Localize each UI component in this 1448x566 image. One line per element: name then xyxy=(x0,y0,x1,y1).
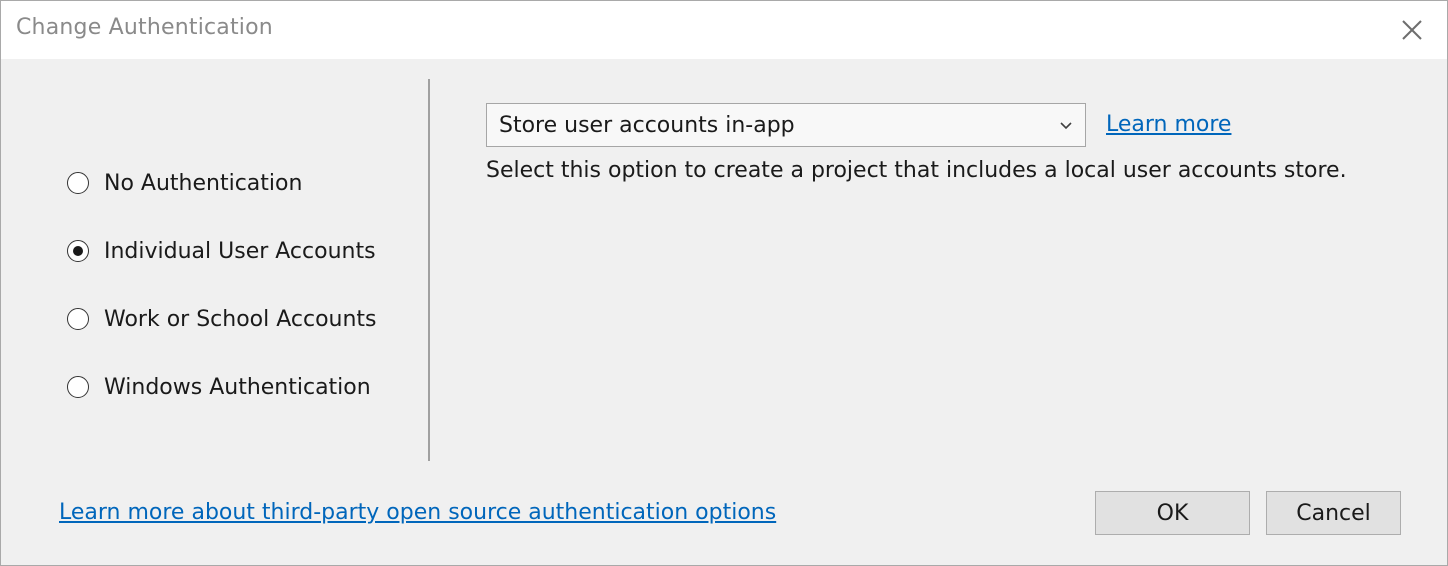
radio-button[interactable] xyxy=(67,308,89,330)
account-store-dropdown[interactable]: Store user accounts in-app xyxy=(486,103,1086,147)
title-bar: Change Authentication xyxy=(1,1,1447,59)
ok-button[interactable]: OK xyxy=(1095,491,1250,535)
option-description: Select this option to create a project t… xyxy=(486,158,1347,183)
radio-label: No Authentication xyxy=(104,170,303,196)
close-button[interactable] xyxy=(1397,15,1427,45)
chevron-down-icon xyxy=(1059,118,1073,137)
cancel-button[interactable]: Cancel xyxy=(1266,491,1401,535)
radio-individual-user-accounts[interactable]: Individual User Accounts xyxy=(67,236,376,266)
dialog-title: Change Authentication xyxy=(16,15,273,40)
vertical-divider xyxy=(428,79,430,461)
radio-button[interactable] xyxy=(67,172,89,194)
radio-label: Individual User Accounts xyxy=(104,238,376,264)
radio-button-selected[interactable] xyxy=(67,240,89,262)
close-icon xyxy=(1402,20,1422,40)
change-authentication-dialog: Change Authentication No Authentication … xyxy=(0,0,1448,566)
radio-work-or-school-accounts[interactable]: Work or School Accounts xyxy=(67,304,377,334)
radio-windows-authentication[interactable]: Windows Authentication xyxy=(67,372,371,402)
radio-label: Windows Authentication xyxy=(104,374,371,400)
learn-more-link[interactable]: Learn more xyxy=(1106,112,1231,137)
radio-label: Work or School Accounts xyxy=(104,306,377,332)
dropdown-selected-value: Store user accounts in-app xyxy=(499,113,795,138)
auth-options-panel: No Authentication Individual User Accoun… xyxy=(1,59,429,469)
third-party-auth-link[interactable]: Learn more about third-party open source… xyxy=(59,500,776,525)
radio-no-authentication[interactable]: No Authentication xyxy=(67,168,302,198)
radio-button[interactable] xyxy=(67,376,89,398)
